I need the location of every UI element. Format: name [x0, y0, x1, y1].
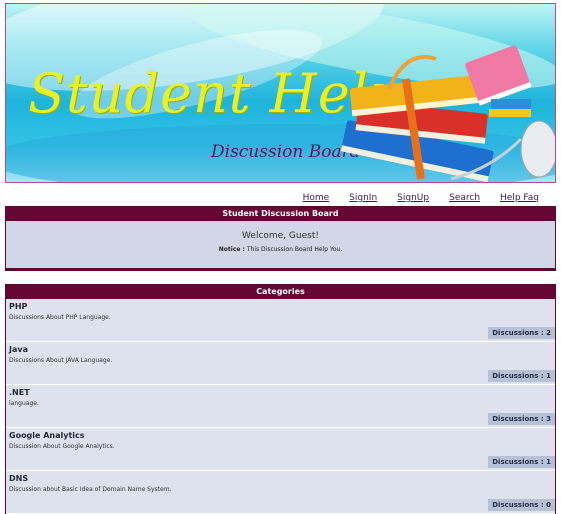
- site-banner: Student Help Discussion Board: [5, 3, 556, 183]
- notice-label: Notice :: [218, 246, 245, 253]
- nav-search-link[interactable]: Search: [449, 193, 480, 203]
- category-description: language.: [9, 400, 39, 407]
- category-row[interactable]: PHP Discussions About PHP Language. Disc…: [6, 299, 555, 342]
- discussions-count-badge[interactable]: Discussions : 1: [488, 456, 555, 468]
- books-illustration: [340, 45, 555, 182]
- category-row[interactable]: DNS Discussion about Basic Idea of Domai…: [6, 471, 555, 514]
- discussions-count-badge[interactable]: Discussions : 0: [488, 499, 555, 511]
- category-name[interactable]: Google Analytics: [9, 431, 552, 440]
- top-nav: Home SignIn SignUp Search Help Faq: [303, 193, 539, 203]
- category-description: Discussion About Google Analytics.: [9, 443, 115, 450]
- board-panel: Student Discussion Board Welcome, Guest!…: [5, 206, 556, 271]
- category-row[interactable]: .NET language. Discussions : 3: [6, 385, 555, 428]
- discussions-count-badge[interactable]: Discussions : 2: [488, 327, 555, 339]
- categories-panel: Categories PHP Discussions About PHP Lan…: [5, 284, 556, 514]
- category-description: Discussions About JAVA Language.: [9, 357, 113, 364]
- category-name[interactable]: PHP: [9, 302, 552, 311]
- nav-signup-link[interactable]: SignUp: [397, 193, 429, 203]
- nav-signin-link[interactable]: SignIn: [349, 193, 377, 203]
- nav-home-link[interactable]: Home: [303, 193, 330, 203]
- nav-help-faq-link[interactable]: Help Faq: [500, 193, 539, 203]
- category-name[interactable]: DNS: [9, 474, 552, 483]
- category-row[interactable]: Java Discussions About JAVA Language. Di…: [6, 342, 555, 385]
- board-notice: Notice : This Discussion Board Help You.: [6, 246, 555, 253]
- notice-text: This Discussion Board Help You.: [246, 246, 343, 253]
- category-name[interactable]: Java: [9, 345, 552, 354]
- category-name[interactable]: .NET: [9, 388, 552, 397]
- category-description: Discussion about Basic Idea of Domain Na…: [9, 486, 172, 493]
- category-description: Discussions About PHP Language.: [9, 314, 111, 321]
- board-header: Student Discussion Board: [6, 207, 555, 221]
- welcome-message: Welcome, Guest!: [242, 231, 319, 241]
- categories-header: Categories: [6, 285, 555, 299]
- category-row[interactable]: Google Analytics Discussion About Google…: [6, 428, 555, 471]
- discussions-count-badge[interactable]: Discussions : 1: [488, 370, 555, 382]
- discussions-count-badge[interactable]: Discussions : 3: [488, 413, 555, 425]
